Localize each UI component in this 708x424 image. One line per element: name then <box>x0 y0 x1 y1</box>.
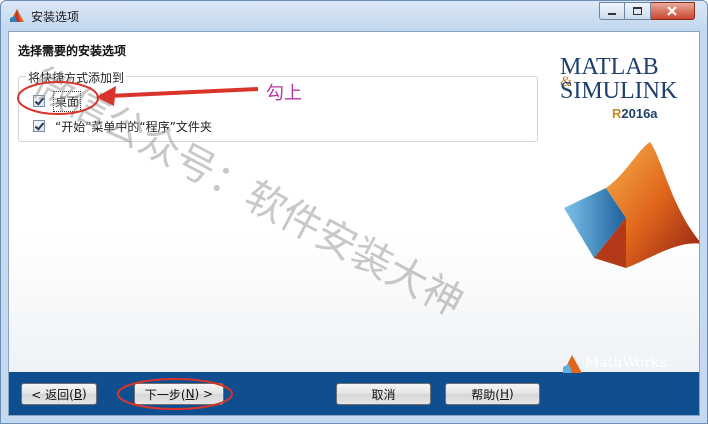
minimize-icon <box>608 13 616 15</box>
back-button[interactable]: < 返回(B) <box>21 383 97 405</box>
shortcut-group-label: 将快捷方式添加到 <box>26 69 127 86</box>
startmenu-checkbox[interactable] <box>33 120 45 132</box>
startmenu-checkbox-label: “开始”菜单中的“程序”文件夹 <box>55 119 212 134</box>
matlab-wordmark: MATLAB <box>560 54 659 80</box>
matlab-membrane-logo <box>564 142 699 268</box>
desktop-shortcut-option[interactable]: 桌面 <box>33 90 82 112</box>
matlab-app-icon <box>10 9 24 22</box>
title-bar: 安装选项 <box>1 1 707 31</box>
simulink-wordmark: SIMULINK <box>560 78 678 104</box>
maximize-icon <box>633 7 642 15</box>
close-button[interactable] <box>651 2 695 20</box>
maximize-button[interactable] <box>625 2 651 20</box>
cancel-button[interactable]: 取消 <box>336 383 431 405</box>
button-bar: < 返回(B) 下一步(N) > 取消 帮助(H) <box>9 372 699 415</box>
window-title: 安装选项 <box>31 10 80 24</box>
installer-window: 安装选项 选择需要的安装选项 将快捷方式添加到 桌面 “开始”菜单中的“程序”文… <box>0 0 708 424</box>
next-button[interactable]: 下一步(N) > <box>134 383 224 405</box>
help-button[interactable]: 帮助(H) <box>445 383 540 405</box>
release-label: R2016a <box>612 106 658 121</box>
desktop-checkbox-label: 桌面 <box>52 90 82 112</box>
close-icon <box>667 6 677 16</box>
section-title: 选择需要的安装选项 <box>18 44 127 58</box>
minimize-button[interactable] <box>599 2 625 20</box>
annotation-label: 勾上 <box>266 83 302 104</box>
matlab-simulink-logo: MATLAB & SIMULINK R2016a <box>560 54 699 124</box>
desktop-checkbox[interactable] <box>33 95 45 107</box>
startmenu-shortcut-option[interactable]: “开始”菜单中的“程序”文件夹 <box>33 117 212 135</box>
mathworks-logo: MathWorks <box>561 351 691 377</box>
mathworks-wordmark: MathWorks <box>585 355 667 371</box>
mathworks-membrane-icon <box>563 355 582 373</box>
